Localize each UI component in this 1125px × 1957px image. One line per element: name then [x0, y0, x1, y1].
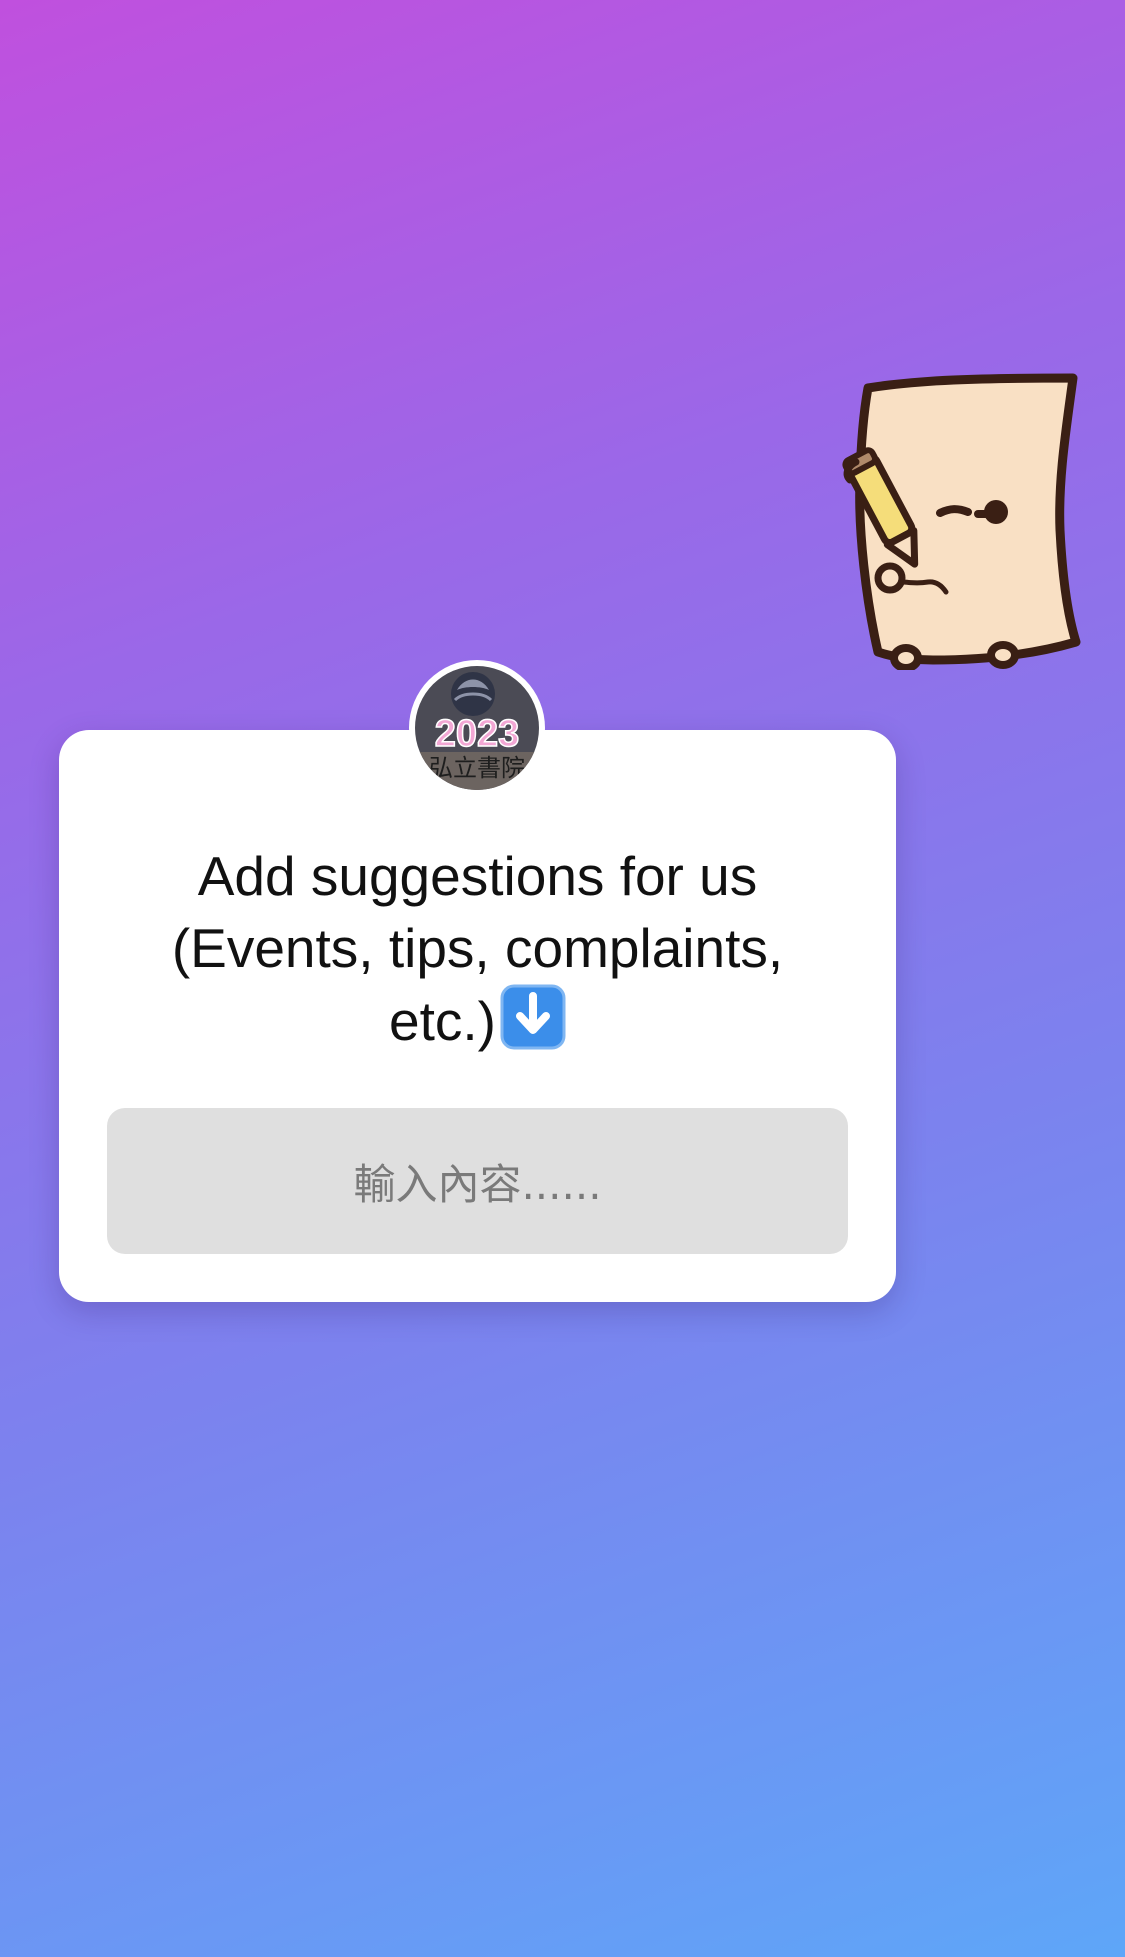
question-sticker-card: Add suggestions for us (Events, tips, co…	[59, 730, 896, 1302]
avatar-year-text: 2023	[435, 713, 520, 755]
question-prompt-text: Add suggestions for us (Events, tips, co…	[171, 845, 784, 1052]
school-logo-icon: 2023 弘立書院	[415, 666, 539, 790]
profile-avatar[interactable]: 2023 弘立書院	[409, 660, 545, 796]
question-prompt: Add suggestions for us (Events, tips, co…	[139, 840, 816, 1057]
avatar-name-text: 弘立書院	[429, 754, 525, 782]
down-arrow-emoji-icon	[500, 984, 566, 1050]
response-input-placeholder: 輸入內容......	[353, 1159, 602, 1209]
writing-paper-character-sticker-icon[interactable]	[828, 370, 1083, 670]
response-input[interactable]: 輸入內容......	[107, 1108, 848, 1254]
